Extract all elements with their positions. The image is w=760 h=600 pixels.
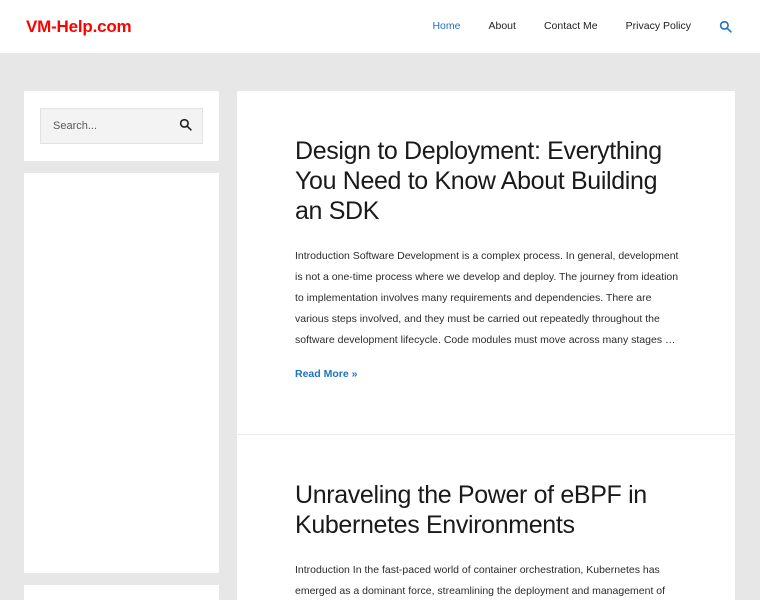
post-list: Design to Deployment: Everything You Nee… (237, 91, 735, 600)
search-icon (719, 20, 732, 33)
site-header: VM-Help.com Home About Contact Me Privac… (0, 0, 760, 53)
sidebar-widget-search (24, 91, 219, 161)
search-input[interactable] (53, 120, 173, 132)
nav-item-about[interactable]: About (474, 21, 529, 32)
post-card: Unraveling the Power of eBPF in Kubernet… (237, 435, 735, 600)
post-excerpt: Introduction In the fast-paced world of … (295, 564, 666, 597)
post-excerpt: Introduction Software Development is a c… (295, 250, 679, 346)
sidebar-widget-secondary (24, 173, 219, 573)
post-card: Design to Deployment: Everything You Nee… (237, 91, 735, 435)
post-title[interactable]: Design to Deployment: Everything You Nee… (295, 136, 687, 226)
site-logo[interactable]: VM-Help.com (26, 18, 132, 35)
nav-item-privacy-policy[interactable]: Privacy Policy (612, 21, 705, 32)
sidebar-widget-tertiary (24, 585, 219, 600)
sidebar (24, 91, 219, 600)
search-icon (179, 118, 192, 134)
page-content: Design to Deployment: Everything You Nee… (0, 53, 760, 600)
primary-navigation: Home About Contact Me Privacy Policy (418, 20, 736, 33)
search-submit-button[interactable] (179, 118, 192, 134)
header-search-toggle[interactable] (705, 20, 736, 33)
nav-item-home[interactable]: Home (418, 21, 474, 32)
nav-item-contact-me[interactable]: Contact Me (530, 21, 612, 32)
read-more-link[interactable]: Read More » (295, 368, 357, 380)
post-title[interactable]: Unraveling the Power of eBPF in Kubernet… (295, 480, 687, 540)
sidebar-search-form[interactable] (40, 108, 203, 144)
